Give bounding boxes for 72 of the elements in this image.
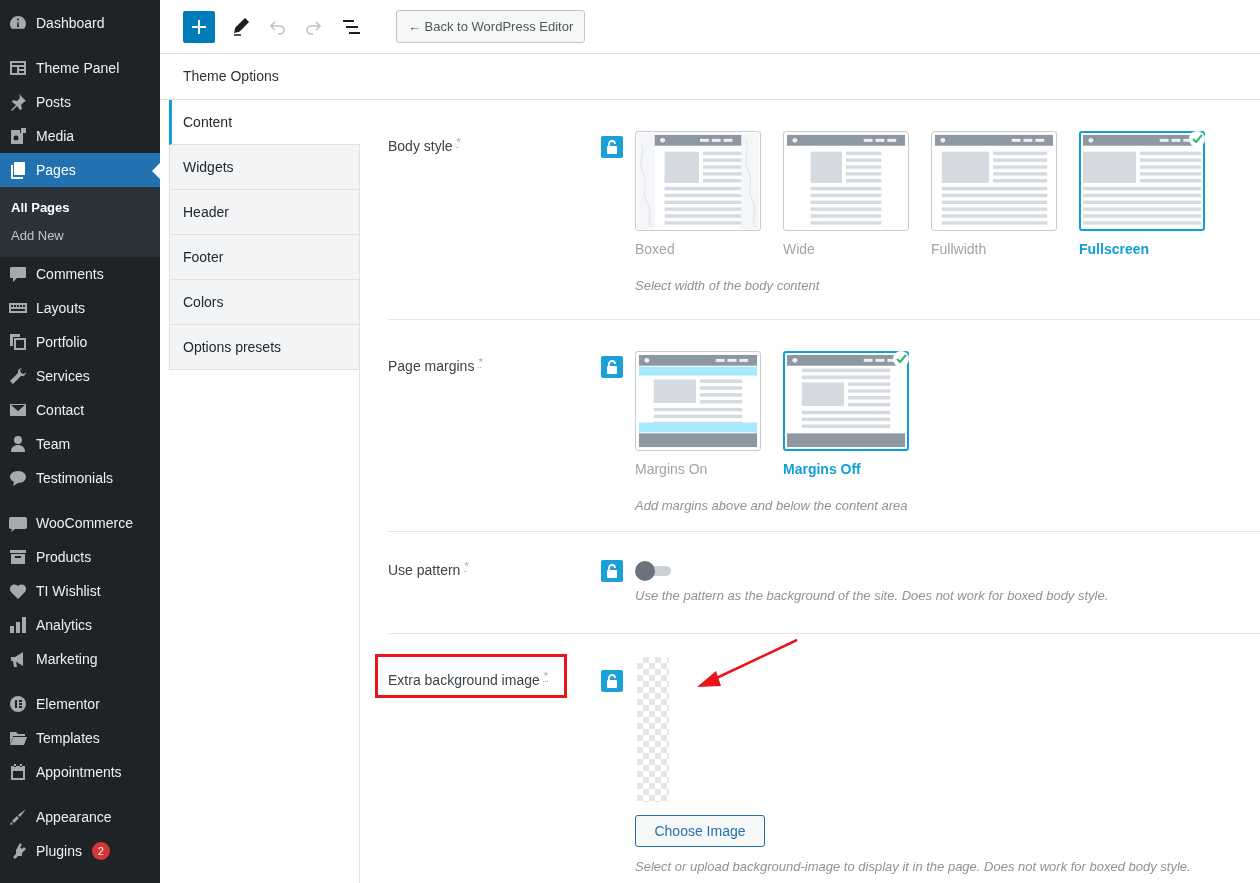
option-label: Wide: [783, 240, 816, 259]
speech-bubble-icon: [8, 468, 28, 488]
option-label: Margins Off: [783, 460, 862, 479]
choose-image-button[interactable]: Choose Image: [635, 815, 765, 847]
option-label: Fullscreen: [1079, 240, 1151, 259]
sidebar-item[interactable]: Media: [0, 119, 160, 153]
help-text: Select or upload background-image to display it in the page. Does not work for boxed body style.: [635, 858, 1191, 876]
toggle-switch[interactable]: [635, 560, 671, 582]
bar-chart-icon: [8, 615, 28, 635]
archive-box-icon: [8, 547, 28, 567]
sidebar-item[interactable]: Testimonials: [0, 461, 160, 495]
sidebar-item[interactable]: Theme Panel: [0, 51, 160, 85]
sidebar-item[interactable]: Services: [0, 359, 160, 393]
sidebar-item[interactable]: Products: [0, 540, 160, 574]
help-text: Use the pattern as the background of the site. Does not work for boxed body style.: [635, 587, 1109, 605]
options-tab[interactable]: Widgets: [169, 145, 359, 190]
submenu-item[interactable]: All Pages: [0, 194, 160, 222]
option-label: Margins On: [635, 460, 709, 479]
setting-label: Body style: [388, 137, 453, 156]
heart-icon: [8, 581, 28, 601]
setting-label: Extra background image: [388, 671, 540, 690]
add-button[interactable]: [183, 10, 215, 43]
options-tab[interactable]: Options presets: [169, 325, 359, 370]
grid-icon: [8, 58, 28, 78]
unlock-icon[interactable]: [601, 356, 623, 378]
option-label: Fullwidth: [931, 240, 988, 259]
sidebar-item[interactable]: Templates: [0, 721, 160, 755]
unlock-icon[interactable]: [601, 560, 623, 582]
unlock-icon[interactable]: [601, 670, 623, 692]
sidebar-item[interactable]: Contact: [0, 393, 160, 427]
sidebar-item[interactable]: TI Wishlist: [0, 574, 160, 608]
sidebar-item[interactable]: Pages: [0, 153, 160, 187]
setting-label: Page margins: [388, 357, 475, 376]
sidebar-item[interactable]: Portfolio: [0, 325, 160, 359]
sidebar-item[interactable]: Plugins 2: [0, 834, 160, 868]
calendar-icon: [8, 762, 28, 782]
sidebar-item[interactable]: Dashboard: [0, 6, 160, 40]
sidebar-item[interactable]: Layouts: [0, 291, 160, 325]
sidebar-item[interactable]: Analytics: [0, 608, 160, 642]
sidebar-item[interactable]: Comments: [0, 257, 160, 291]
paintbrush-icon: [8, 807, 28, 827]
option-label: Boxed: [635, 240, 676, 259]
wrench-icon: [8, 366, 28, 386]
page-title: Theme Options: [183, 67, 279, 86]
count-badge: 2: [91, 842, 110, 860]
sidebar-item[interactable]: WooCommerce: [0, 506, 160, 540]
options-tab[interactable]: Content: [169, 100, 360, 145]
sidebar-item[interactable]: Appointments: [0, 755, 160, 789]
options-tab[interactable]: Header: [169, 190, 359, 235]
speech-bubble-icon: [8, 264, 28, 284]
sidebar-item[interactable]: Marketing: [0, 642, 160, 676]
unlock-icon[interactable]: [601, 136, 623, 158]
sidebar-item[interactable]: Elementor: [0, 687, 160, 721]
sidebar-item[interactable]: Posts: [0, 85, 160, 119]
media-icon: [8, 126, 28, 146]
back-to-editor-button[interactable]: ← Back to WordPress Editor: [396, 10, 586, 43]
setting-label: Use pattern: [388, 561, 461, 580]
help-text: Add margins above and below the content area: [635, 497, 909, 515]
person-icon: [8, 434, 28, 454]
sidebar-item[interactable]: Team: [0, 427, 160, 461]
pointer-notch: [152, 163, 160, 179]
submenu-item[interactable]: Add New: [0, 222, 160, 250]
options-tab[interactable]: Colors: [169, 280, 359, 325]
help-text: Select width of the body content: [635, 277, 821, 295]
sidebar-item[interactable]: Appearance: [0, 800, 160, 834]
portfolio-icon: [8, 332, 28, 352]
checkmark-icon: [893, 351, 909, 367]
plus-icon: [192, 19, 206, 34]
circle-logo-icon: [8, 694, 28, 714]
pages-icon: [8, 160, 28, 180]
checkmark-icon: [1189, 131, 1205, 147]
options-tab[interactable]: Footer: [169, 235, 359, 280]
